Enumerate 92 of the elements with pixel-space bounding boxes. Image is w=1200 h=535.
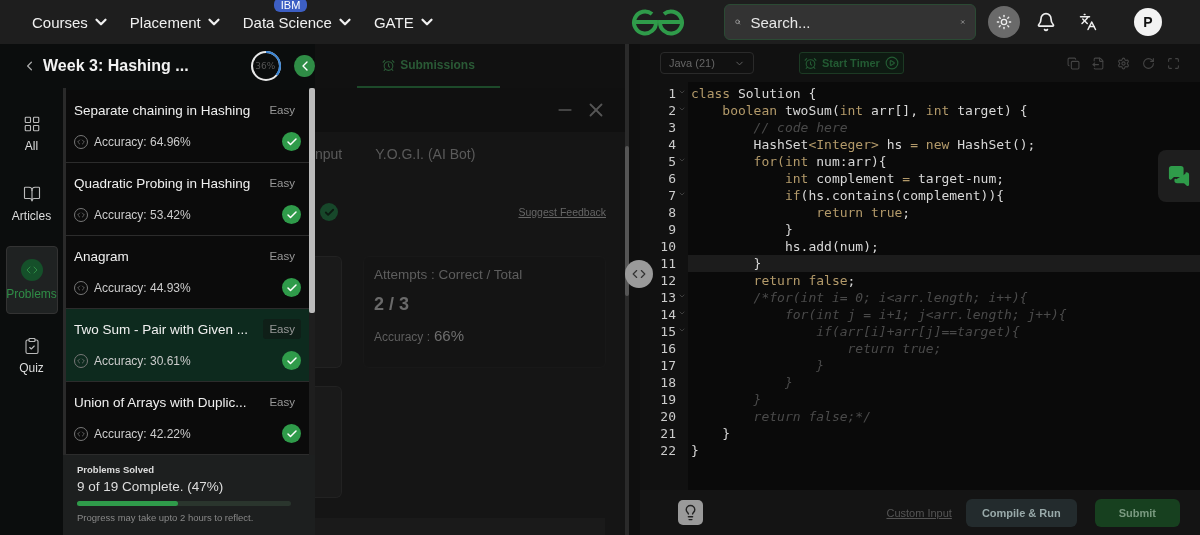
line-number: 13 (660, 290, 676, 305)
difficulty-label: Easy (263, 319, 301, 339)
play-icon (884, 56, 899, 70)
line-number: 11 (660, 256, 676, 271)
book-icon (22, 185, 41, 203)
problem-title: Two Sum - Pair with Given ... (74, 321, 249, 337)
line-number: 14 (660, 307, 676, 322)
summary-count: 9 of 19 Complete. (47%) (77, 479, 225, 494)
difficulty-label: Easy (268, 103, 296, 118)
progress-ring: 36% (250, 50, 281, 82)
code-icon (632, 267, 646, 281)
fold-icon[interactable] (678, 156, 686, 164)
nav-menu[interactable]: Courses (32, 13, 110, 31)
side-nav-item[interactable]: All (5, 106, 58, 162)
summary-note: Progress may take upto 2 hours to reflect. (77, 512, 255, 523)
menu-badge: IBM (273, 0, 308, 12)
settings-icon[interactable] (1117, 56, 1130, 70)
chat-icon (1168, 165, 1190, 187)
fold-icon[interactable] (678, 190, 686, 198)
avatar[interactable]: P (1134, 8, 1162, 36)
line-number: 9 (668, 222, 676, 237)
difficulty-label: Easy (268, 176, 296, 191)
accuracy-text: Accuracy: 30.61% (94, 353, 191, 368)
line-number: 1 (668, 86, 676, 101)
nav-menu[interactable]: GATE (373, 13, 436, 31)
line-number: 22 (660, 443, 676, 458)
accuracy-text: Accuracy: 64.96% (94, 134, 191, 149)
line-number: 12 (660, 273, 676, 288)
search-input[interactable]: Search... (748, 12, 952, 32)
problem-title: Union of Arrays with Duplic... (74, 394, 247, 410)
line-number: 2 (668, 103, 676, 118)
side-nav-item[interactable]: Articles (5, 176, 58, 232)
translate-icon[interactable] (1079, 13, 1097, 31)
grid-icon (22, 115, 41, 133)
difficulty-label: Easy (268, 249, 296, 264)
logo-icon[interactable] (629, 7, 686, 37)
summary-title: Problems Solved (77, 464, 156, 475)
difficulty-label: Easy (268, 395, 296, 410)
course-title: Week 3: Hashing ... (43, 57, 190, 75)
bell-icon[interactable] (1036, 12, 1056, 32)
compile-run-button[interactable]: Compile & Run (965, 498, 1077, 527)
clipboard-icon (22, 337, 41, 355)
line-number: 8 (668, 205, 676, 220)
card-value: 2 / 3 (374, 294, 411, 315)
line-number: 16 (660, 341, 676, 356)
accuracy-text: Accuracy: 44.93% (94, 280, 191, 295)
line-number: 19 (660, 392, 676, 407)
reset-icon[interactable] (1142, 56, 1155, 70)
problem-item[interactable]: Two Sum - Pair with Given ... Easy Accuracy: 30.61% (66, 309, 309, 382)
fold-icon[interactable] (678, 292, 686, 300)
clock-icon (382, 58, 396, 72)
chat-button[interactable] (1158, 150, 1200, 202)
code-icon (20, 259, 43, 281)
submit-button[interactable]: Submit (1094, 498, 1180, 527)
line-number: 5 (668, 154, 676, 169)
nav-menu[interactable]: Placement (129, 13, 223, 31)
accuracy-label: Accuracy : (374, 330, 430, 344)
side-nav-item[interactable]: Quiz (5, 328, 58, 384)
sun-icon (996, 14, 1012, 30)
line-number: 7 (668, 188, 676, 203)
accuracy-text: Accuracy: 42.22% (94, 426, 191, 441)
accuracy-value: 66% (434, 327, 465, 344)
accuracy-text: Accuracy: 53.42% (94, 207, 191, 222)
collapse-button[interactable] (294, 55, 315, 77)
clock-icon (804, 56, 817, 70)
line-number: 10 (660, 239, 676, 254)
fold-icon[interactable] (678, 105, 686, 113)
check-icon (320, 203, 338, 221)
problem-title: Quadratic Probing in Hashing (74, 175, 251, 191)
hint-button[interactable] (678, 500, 703, 525)
line-number: 21 (660, 426, 676, 441)
problem-title: Anagram (74, 248, 129, 264)
fullscreen-icon[interactable] (1167, 56, 1180, 70)
file-export-icon[interactable] (1092, 56, 1105, 70)
fold-icon[interactable] (678, 309, 686, 317)
line-number: 18 (660, 375, 676, 390)
scrollbar-thumb[interactable] (625, 146, 629, 296)
search-bar[interactable]: Search... (724, 4, 976, 40)
line-number: 20 (660, 409, 676, 424)
theme-toggle-button[interactable] (988, 6, 1020, 38)
line-number: 6 (668, 171, 676, 186)
problem-title: Separate chaining in Hashing (74, 102, 251, 118)
line-number: 4 (668, 137, 676, 152)
line-number: 15 (660, 324, 676, 339)
fold-icon[interactable] (678, 326, 686, 334)
copy-icon[interactable] (1067, 56, 1080, 70)
scrollbar-thumb[interactable] (309, 88, 315, 313)
side-nav-item[interactable]: Problems (5, 246, 58, 314)
fold-icon[interactable] (678, 88, 686, 96)
card-title: Attempts : Correct / Total (374, 267, 524, 282)
line-number: 17 (660, 358, 676, 373)
line-number: 3 (668, 120, 676, 135)
